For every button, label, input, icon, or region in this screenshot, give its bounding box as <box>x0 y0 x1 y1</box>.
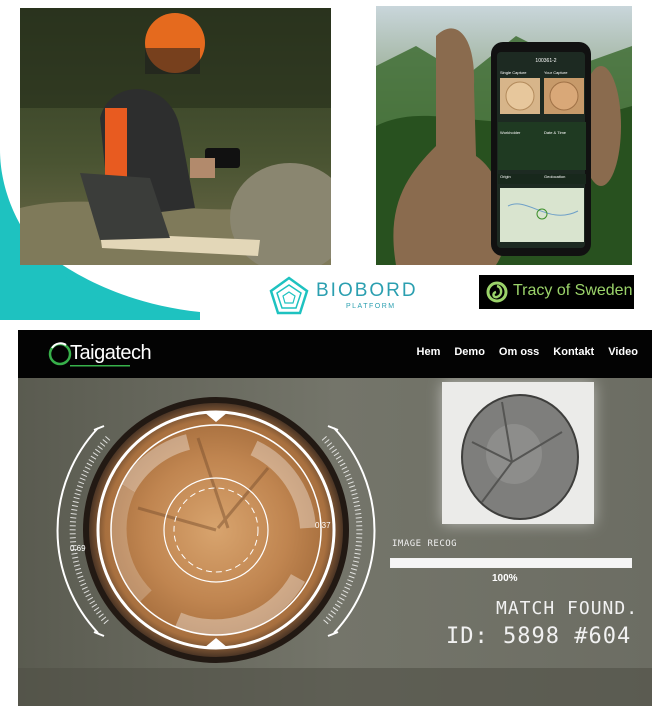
gauge-left-value: 0.69 <box>70 544 86 553</box>
taigatech-demo-screenshot: 0.69 0.37 IMAGE RECOG 100% MATCH FOUND. … <box>18 330 652 706</box>
taigatech-navbar: Taigatech Hem Demo Om oss Kontakt Video <box>18 330 652 378</box>
matched-log-scan-image <box>442 382 594 524</box>
taigatech-underline <box>70 365 130 367</box>
match-id-text: ID: 5898 #604 <box>446 624 632 649</box>
taigatech-wordmark: Taigatech <box>70 342 152 364</box>
biobord-subtitle: PLATFORM <box>346 303 396 310</box>
nav-item-om-oss[interactable]: Om oss <box>499 346 539 358</box>
tracy-of-sweden-logo: Tracy of Sweden <box>479 275 634 309</box>
biobord-wordmark: BIOBORD <box>316 280 418 301</box>
biobord-pentagon-icon <box>269 276 309 315</box>
phone-field-workholder: Workholder <box>500 130 521 135</box>
phone-app-title: 100361-2 <box>535 58 557 64</box>
phone-app-screen <box>498 78 586 242</box>
forester-photo <box>20 8 331 265</box>
nav-item-kontakt[interactable]: Kontakt <box>553 346 594 358</box>
image-recog-label: IMAGE RECOG <box>392 539 458 549</box>
phone-field-date-time: Date & Time <box>544 130 567 135</box>
phone-tab-single-capture: Single Capture <box>500 70 527 75</box>
phone-tab-your-capture: Your Capture <box>544 70 568 75</box>
nav-item-video[interactable]: Video <box>608 346 638 358</box>
tracy-swirl-icon <box>486 281 508 303</box>
taigatech-nav-menu: Hem Demo Om oss Kontakt Video <box>417 346 638 358</box>
nav-item-hem[interactable]: Hem <box>417 346 441 358</box>
nav-item-demo[interactable]: Demo <box>454 346 485 358</box>
match-found-text: MATCH FOUND. <box>496 598 639 619</box>
image-recog-progress-bar <box>390 558 632 568</box>
phone-in-hand-photo: 100361-2 Single Capture Your Capture Wor… <box>376 6 632 265</box>
image-recog-progress-fill <box>391 559 631 567</box>
gauge-right-value: 0.37 <box>315 521 331 530</box>
taigatech-ring-icon <box>48 342 72 366</box>
phone-field-geolocation: Geolocation <box>544 174 566 179</box>
biobord-logo: BIOBORD PLATFORM <box>268 276 428 316</box>
phone-field-origin: Origin <box>500 174 511 179</box>
tracy-wordmark: Tracy of Sweden <box>513 282 633 299</box>
image-recog-progress-value: 100% <box>492 573 518 584</box>
